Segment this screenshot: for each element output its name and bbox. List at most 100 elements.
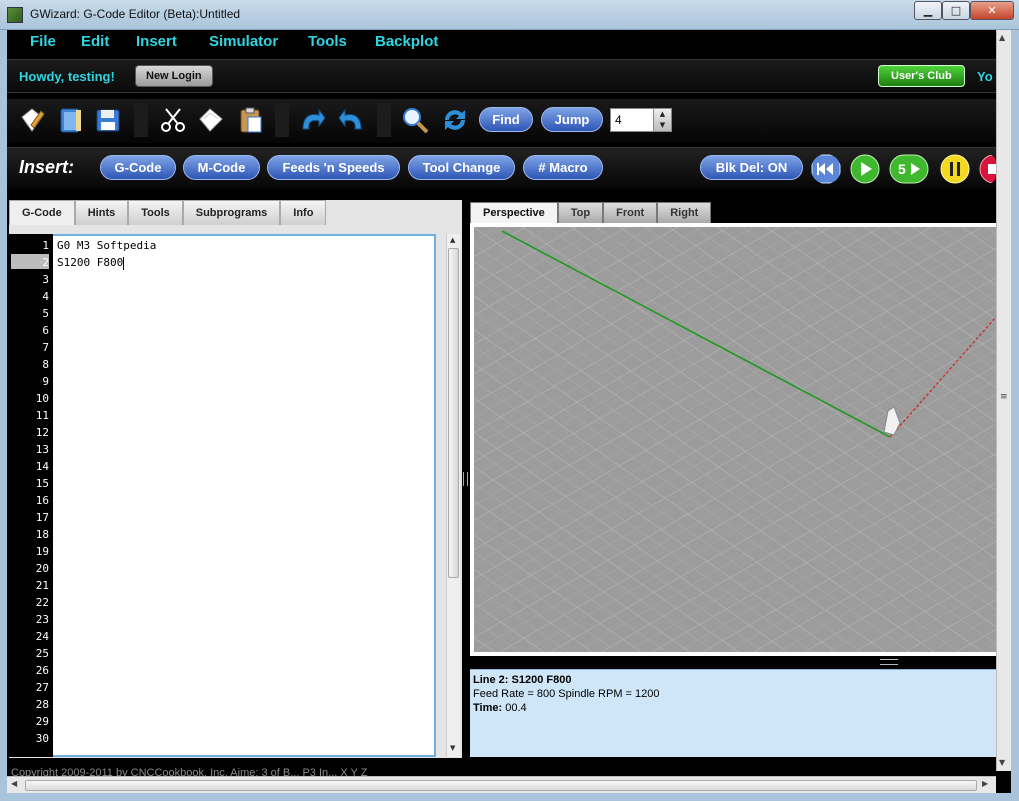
backplot-canvas[interactable]: [474, 227, 996, 652]
panel-splitter[interactable]: [462, 200, 470, 758]
line-number: 24: [35, 630, 49, 643]
jump-line-input[interactable]: [611, 109, 653, 131]
line-number: 10: [35, 392, 49, 405]
splitter-grip-icon[interactable]: [463, 472, 468, 486]
tab-front[interactable]: Front: [603, 202, 658, 223]
editor-vertical-scrollbar[interactable]: ▲ ▼: [446, 234, 460, 757]
menu-edit[interactable]: Edit: [81, 33, 109, 50]
insert-mcode-button[interactable]: M-Code: [183, 155, 260, 180]
backplot-viewport[interactable]: [470, 223, 996, 656]
line-number: 3: [42, 273, 49, 286]
paste-clipboard-icon[interactable]: [235, 105, 265, 135]
pause-icon[interactable]: [940, 154, 970, 184]
code-line-text[interactable]: S1200 F800: [57, 256, 123, 269]
line-number: 22: [35, 596, 49, 609]
redo-icon[interactable]: [337, 105, 367, 135]
jump-line-stepper[interactable]: ▲▼: [610, 108, 672, 132]
menu-insert[interactable]: Insert: [136, 33, 177, 50]
gcode-editor[interactable]: 1 2 3 4 5 6 7 8 9 10 11 12 13 14 15 16 17 18 19 20 21 22 23 24 2…: [9, 234, 436, 757]
code-line[interactable]: G0 M3 Softpedia: [57, 239, 156, 252]
window-controls: ▁ □ ✕: [914, 1, 1014, 20]
editor-scroll-down-icon[interactable]: ▼: [450, 744, 455, 752]
line-number: 16: [35, 494, 49, 507]
backplot-panel: Perspective Top Front Right Line 2: S120…: [470, 200, 996, 758]
line-number: 5: [42, 307, 49, 320]
open-book-icon[interactable]: [56, 105, 86, 135]
tab-perspective[interactable]: Perspective: [470, 202, 558, 223]
insert-label: Insert:: [19, 157, 75, 177]
editor-scroll-thumb[interactable]: [448, 248, 459, 578]
tab-top[interactable]: Top: [557, 202, 604, 223]
macro-button[interactable]: # Macro: [523, 155, 603, 180]
scroll-left-icon[interactable]: ◀: [11, 779, 17, 788]
greeting-text: Howdy, testing!: [19, 69, 115, 84]
feeds-speeds-button[interactable]: Feeds 'n Speeds: [267, 155, 400, 180]
minimize-button[interactable]: ▁: [914, 1, 942, 20]
new-login-button[interactable]: New Login: [135, 65, 213, 87]
rewind-icon[interactable]: [811, 154, 841, 184]
tab-info[interactable]: Info: [280, 200, 327, 225]
editor-tabs: G-Code Hints Tools Subprograms Info: [9, 200, 327, 225]
toolbar-separator: [377, 103, 391, 137]
menu-backplot[interactable]: Backplot: [375, 33, 438, 50]
stepper-arrows-icon[interactable]: ▲ ▼: [653, 109, 671, 131]
line-number: 26: [35, 664, 49, 677]
window-frame-bottom: [0, 793, 1019, 801]
line-number: 7: [42, 341, 49, 354]
step-count-label: 5: [898, 161, 906, 177]
scroll-grip-icon[interactable]: ≡: [1000, 392, 1008, 402]
line-number: 17: [35, 511, 49, 524]
find-button[interactable]: Find: [479, 107, 533, 132]
step-play-icon[interactable]: 5: [889, 154, 929, 184]
editor-scroll-up-icon[interactable]: ▲: [450, 236, 455, 244]
line-number: 13: [35, 443, 49, 456]
search-icon[interactable]: [400, 105, 430, 135]
tab-subprograms[interactable]: Subprograms: [182, 200, 281, 225]
copy-icon[interactable]: [196, 105, 226, 135]
line-number: 11: [35, 409, 49, 422]
code-line-current[interactable]: S1200 F800: [57, 256, 125, 270]
tab-gcode[interactable]: G-Code: [9, 200, 75, 225]
view-tabs: Perspective Top Front Right: [470, 202, 712, 223]
jump-button[interactable]: Jump: [541, 107, 603, 132]
tool-change-button[interactable]: Tool Change: [408, 155, 515, 180]
menu-simulator[interactable]: Simulator: [209, 33, 278, 50]
line-number: 9: [42, 375, 49, 388]
new-document-icon[interactable]: [17, 105, 47, 135]
viewport-resize-grip-icon[interactable]: [880, 659, 898, 665]
tab-hints[interactable]: Hints: [74, 200, 129, 225]
truncated-link[interactable]: Yo: [977, 69, 993, 84]
menu-file[interactable]: File: [30, 33, 56, 50]
editor-panel: G-Code Hints Tools Subprograms Info 1234…: [9, 200, 462, 758]
info-time-label: Time:: [473, 702, 503, 714]
line-number: 8: [42, 358, 49, 371]
cut-scissors-icon[interactable]: [158, 105, 188, 135]
users-club-button[interactable]: User's Club: [878, 65, 965, 87]
scroll-down-icon[interactable]: ▼: [999, 758, 1005, 767]
window-horizontal-scrollbar[interactable]: ◀ ▶: [7, 776, 996, 793]
grid-plane: [474, 227, 996, 652]
info-time-value: 00.4: [505, 702, 527, 714]
status-footer: Copyright 2009-2011 by CNCCookbook, Inc.…: [7, 764, 996, 776]
block-delete-toggle[interactable]: Blk Del: ON: [700, 155, 803, 180]
line-number: 30: [35, 732, 49, 745]
play-icon[interactable]: [850, 154, 880, 184]
line-number: 21: [35, 579, 49, 592]
menu-tools[interactable]: Tools: [308, 33, 347, 50]
tab-right[interactable]: Right: [657, 202, 712, 223]
save-disk-icon[interactable]: [93, 105, 123, 135]
maximize-button[interactable]: □: [942, 1, 970, 20]
refresh-icon[interactable]: [440, 105, 470, 135]
text-cursor: [123, 256, 125, 270]
insert-gcode-button[interactable]: G-Code: [100, 155, 176, 180]
tab-tools[interactable]: Tools: [128, 200, 183, 225]
toolbar-separator: [275, 103, 289, 137]
window-vertical-scrollbar[interactable]: ▲ ≡ ▼: [996, 30, 1011, 771]
close-button[interactable]: ✕: [970, 1, 1014, 20]
scroll-up-icon[interactable]: ▲: [999, 33, 1005, 42]
line-number: 23: [35, 613, 49, 626]
undo-icon[interactable]: [297, 105, 327, 135]
stop-icon[interactable]: [979, 154, 996, 184]
horizontal-scroll-thumb[interactable]: [25, 780, 977, 791]
scroll-right-icon[interactable]: ▶: [982, 779, 988, 788]
